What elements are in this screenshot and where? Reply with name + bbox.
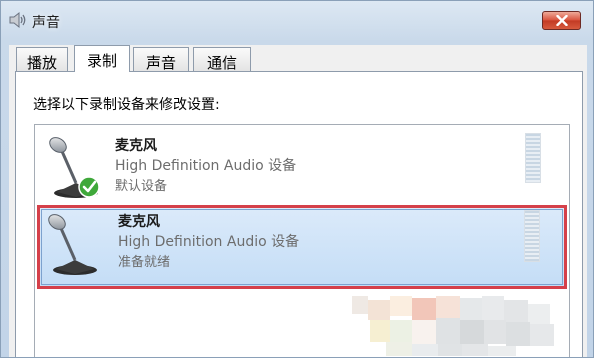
tab-communications[interactable]: 通信 xyxy=(193,47,251,72)
device-status: 默认设备 xyxy=(115,179,168,194)
level-meter xyxy=(525,133,541,183)
window-title: 声音 xyxy=(32,15,60,31)
blur-pixel xyxy=(436,318,460,344)
microphone-icon xyxy=(48,214,97,275)
blur-pixel xyxy=(436,296,460,318)
default-check-icon xyxy=(78,176,100,198)
device-row-selected-microphone[interactable]: 麦克风 High Definition Audio 设备 准备就绪 xyxy=(37,205,567,289)
blur-pixel xyxy=(412,344,438,356)
microphone-icon xyxy=(49,137,100,198)
blur-pixel xyxy=(370,320,390,342)
blur-pixel xyxy=(462,344,488,356)
blur-pixel xyxy=(352,296,368,314)
device-status: 准备就绪 xyxy=(118,255,171,270)
level-meter xyxy=(524,210,540,262)
blur-pixel xyxy=(390,296,412,316)
blur-pixel xyxy=(412,298,436,320)
blur-pixel xyxy=(482,296,504,320)
blur-pixel xyxy=(528,304,550,324)
blur-pixel xyxy=(460,320,484,344)
blur-pixel xyxy=(412,320,436,344)
tab-sounds[interactable]: 声音 xyxy=(133,47,189,72)
instruction-text: 选择以下录制设备来修改设置: xyxy=(33,97,220,113)
blur-pixel xyxy=(504,300,528,322)
device-driver: High Definition Audio 设备 xyxy=(115,158,297,174)
blur-pixel xyxy=(368,300,390,320)
blur-pixel xyxy=(390,320,412,342)
tab-playback[interactable]: 播放 xyxy=(16,47,68,72)
blur-pixel xyxy=(460,298,482,320)
device-row-default-microphone[interactable]: 麦克风 High Definition Audio 设备 默认设备 xyxy=(37,129,567,207)
device-driver: High Definition Audio 设备 xyxy=(118,234,300,250)
speaker-icon xyxy=(9,11,26,29)
title-bar[interactable]: 声音 xyxy=(1,1,593,37)
device-name: 麦克风 xyxy=(115,138,157,154)
blur-pixel xyxy=(530,324,554,346)
blur-pixel xyxy=(484,320,506,344)
close-icon xyxy=(556,15,568,26)
close-button[interactable] xyxy=(542,11,581,30)
blur-pixel xyxy=(386,342,412,356)
device-name: 麦克风 xyxy=(118,214,160,230)
tab-recording[interactable]: 录制 xyxy=(74,45,130,72)
blur-pixel xyxy=(438,344,462,356)
blur-pixel xyxy=(506,322,530,346)
blur-pixel xyxy=(488,346,516,356)
